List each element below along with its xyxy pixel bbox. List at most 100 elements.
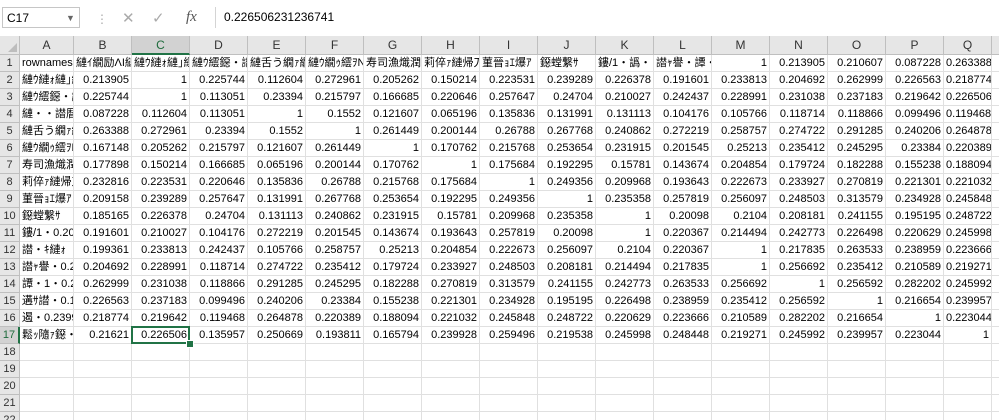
table-cell[interactable]: 0.119468 <box>190 310 248 327</box>
table-cell[interactable]: 0.274722 <box>770 123 828 140</box>
table-cell[interactable]: 0.291285 <box>248 276 306 293</box>
table-cell[interactable]: 0.119468 <box>944 106 992 123</box>
table-cell[interactable] <box>654 378 712 395</box>
table-cell[interactable]: 0.220367 <box>654 242 712 259</box>
table-cell[interactable]: 0.220389 <box>306 310 364 327</box>
table-cell[interactable]: 1 <box>944 327 992 344</box>
table-cell[interactable]: 0.200144 <box>422 123 480 140</box>
table-cell[interactable]: 0.240862 <box>596 123 654 140</box>
table-cell[interactable]: 0.257647 <box>190 191 248 208</box>
table-cell[interactable] <box>886 395 944 412</box>
table-cell[interactable]: 0.226498 <box>596 293 654 310</box>
table-cell[interactable]: 0.223531 <box>480 72 538 89</box>
table-cell[interactable]: 0.256097 <box>538 242 596 259</box>
table-cell[interactable]: 0.113051 <box>190 89 248 106</box>
table-cell[interactable] <box>828 378 886 395</box>
table-cell[interactable] <box>886 344 944 361</box>
table-cell[interactable] <box>132 378 190 395</box>
column-header-f[interactable]: F <box>306 36 364 55</box>
insert-function-icon[interactable]: fx <box>186 9 197 26</box>
table-cell[interactable]: 0.118714 <box>770 106 828 123</box>
table-cell[interactable]: 0.155238 <box>886 157 944 174</box>
table-cell[interactable]: 0.24704 <box>190 208 248 225</box>
table-cell[interactable]: 0.219 <box>992 208 999 225</box>
table-cell[interactable]: 1 <box>132 72 190 89</box>
table-cell[interactable]: 0.291285 <box>828 123 886 140</box>
table-cell[interactable] <box>596 361 654 378</box>
table-cell[interactable]: 0.213905 <box>74 72 132 89</box>
table-cell[interactable]: 0.177898 <box>74 157 132 174</box>
table-cell[interactable]: 0.270819 <box>828 174 886 191</box>
table-cell[interactable] <box>364 395 422 412</box>
table-cell[interactable]: 1 <box>306 123 364 140</box>
table-cell[interactable]: 鏤/1・0.20 <box>20 225 74 242</box>
table-cell[interactable] <box>828 361 886 378</box>
table-cell[interactable]: 0.065196 <box>248 157 306 174</box>
table-cell[interactable]: 菫晉ｮｴ爆ｱ <box>480 55 538 72</box>
row-header[interactable]: 12 <box>0 242 20 259</box>
table-cell[interactable]: 菫晉ｮｴ爆ｱ <box>20 191 74 208</box>
table-cell[interactable] <box>480 344 538 361</box>
row-header[interactable]: 1 <box>0 55 20 72</box>
table-cell[interactable]: 0.220367 <box>654 225 712 242</box>
table-cell[interactable]: 1 <box>422 157 480 174</box>
table-cell[interactable] <box>74 361 132 378</box>
table-cell[interactable]: 1 <box>132 89 190 106</box>
table-cell[interactable]: 0.223666 <box>944 242 992 259</box>
table-cell[interactable]: 莉倅ｧ縺帰刀 <box>422 55 480 72</box>
table-cell[interactable]: 0.219642 <box>886 89 944 106</box>
row-header[interactable]: 20 <box>0 378 20 395</box>
row-header[interactable]: 13 <box>0 259 20 276</box>
table-cell[interactable]: 0.2104 <box>596 242 654 259</box>
table-cell[interactable] <box>712 378 770 395</box>
table-cell[interactable]: 0.167 <box>992 55 999 72</box>
table-cell[interactable] <box>992 378 999 395</box>
table-cell[interactable]: 0.143674 <box>364 225 422 242</box>
table-cell[interactable] <box>20 361 74 378</box>
table-cell[interactable] <box>422 361 480 378</box>
table-cell[interactable]: 0.245848 <box>480 310 538 327</box>
table-cell[interactable]: 0.204854 <box>422 242 480 259</box>
table-cell[interactable]: 0.167148 <box>74 140 132 157</box>
table-cell[interactable]: 0.23384 <box>886 140 944 157</box>
table-cell[interactable]: 0.245992 <box>944 276 992 293</box>
table-cell[interactable]: 0.248503 <box>480 259 538 276</box>
table-cell[interactable]: 0.226378 <box>132 208 190 225</box>
table-cell[interactable]: 1 <box>886 310 944 327</box>
column-header-r[interactable]: R <box>992 36 999 55</box>
table-cell[interactable]: 0.221032 <box>422 310 480 327</box>
table-cell[interactable]: 0.204692 <box>74 259 132 276</box>
table-cell[interactable]: 0.241155 <box>538 276 596 293</box>
table-cell[interactable]: 0.192295 <box>538 157 596 174</box>
column-header-b[interactable]: B <box>74 36 132 55</box>
table-cell[interactable]: 1 <box>770 276 828 293</box>
table-cell[interactable]: 0.239289 <box>132 191 190 208</box>
table-cell[interactable]: 縺ｳ縺ｫ縺｣繧・ <box>20 72 74 89</box>
table-cell[interactable]: 0.15781 <box>596 157 654 174</box>
table-cell[interactable]: 鐚螳繋ｻ <box>20 208 74 225</box>
table-cell[interactable]: 0.219271 <box>944 259 992 276</box>
table-cell[interactable]: 0.225744 <box>190 72 248 89</box>
row-header[interactable]: 22 <box>0 412 20 420</box>
row-header[interactable]: 19 <box>0 361 20 378</box>
formula-input[interactable]: 0.226506231236741 <box>215 7 995 28</box>
table-cell[interactable]: 0.240206 <box>248 293 306 310</box>
table-cell[interactable] <box>992 89 999 106</box>
table-cell[interactable] <box>306 344 364 361</box>
table-cell[interactable]: 0.214494 <box>712 225 770 242</box>
cancel-icon[interactable]: ✕ <box>122 9 135 27</box>
table-cell[interactable]: 0.249356 <box>538 174 596 191</box>
table-cell[interactable]: 0.191601 <box>654 72 712 89</box>
table-cell[interactable]: 0.220629 <box>886 225 944 242</box>
table-cell[interactable]: 0.226378 <box>596 72 654 89</box>
column-header-g[interactable]: G <box>364 36 422 55</box>
table-cell[interactable]: 0.208181 <box>538 259 596 276</box>
table-cell[interactable]: 0.245992 <box>770 327 828 344</box>
table-cell[interactable]: 0.23394 <box>248 89 306 106</box>
row-header[interactable]: 6 <box>0 140 20 157</box>
table-cell[interactable]: 0.143674 <box>654 157 712 174</box>
table-cell[interactable]: 0.175684 <box>422 174 480 191</box>
table-cell[interactable]: 0.193811 <box>306 327 364 344</box>
table-cell[interactable]: 0.248448 <box>654 327 712 344</box>
table-cell[interactable]: 0.210027 <box>132 225 190 242</box>
